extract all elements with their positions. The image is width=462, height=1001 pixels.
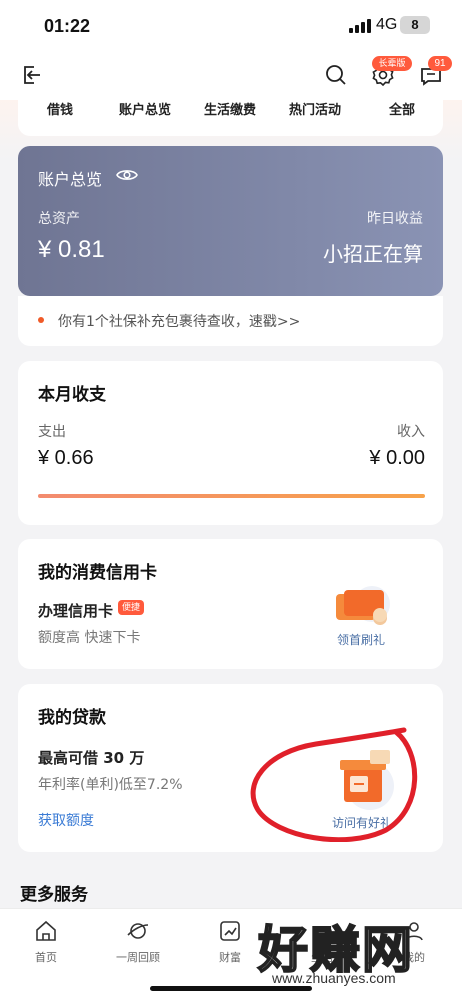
battery-icon: 8 [400, 16, 430, 34]
search-icon[interactable] [324, 63, 348, 87]
yesterday-earnings-label: 昨日收益 [367, 210, 423, 226]
tab-home-label: 首页 [35, 951, 57, 964]
home-indicator [150, 986, 312, 991]
loan-title: 我的贷款 [38, 708, 106, 728]
tab-home[interactable]: 首页 [6, 909, 86, 979]
quick-item-all[interactable]: 全部 [389, 100, 415, 122]
notice-dot [38, 317, 44, 323]
income-label: 收入 [397, 424, 425, 440]
planet-icon [127, 923, 149, 939]
account-overview-card[interactable]: 账户总览 总资产 ¥ 0.81 昨日收益 小招正在算 [18, 146, 443, 296]
tab-weekly-review-label: 一周回顾 [116, 951, 160, 964]
credit-card-section[interactable]: 我的消费信用卡 办理信用卡 便捷 额度高 快速下卡 领首刷礼 [18, 539, 443, 669]
loan-section[interactable]: 我的贷款 最高可借 30 万 年利率(单利)低至7.2% 获取额度 访问有好礼 [18, 684, 443, 852]
expense-value: ¥ 0.66 [38, 447, 94, 469]
more-services-title: 更多服务 [20, 885, 88, 905]
signal-icon [349, 19, 371, 33]
credit-card-gift-icon[interactable] [332, 584, 392, 630]
yesterday-earnings-value: 小招正在算 [323, 244, 423, 266]
credit-card-title: 我的消费信用卡 [38, 563, 157, 583]
home-icon [36, 920, 56, 941]
chart-icon [220, 921, 240, 941]
quick-item-bill-payment[interactable]: 生活缴费 [204, 100, 256, 122]
exit-icon[interactable] [20, 63, 44, 87]
interest-rate-label: 年利率(单利)低至7.2% [38, 777, 183, 793]
elder-mode-badge[interactable]: 长辈版 [372, 56, 412, 71]
eye-icon[interactable] [116, 167, 138, 183]
notice-banner[interactable]: 你有1个社保补充包裹待查收，速戳>> [18, 296, 443, 346]
expense-label: 支出 [38, 424, 66, 440]
expense-progress-bar [38, 494, 425, 498]
quick-nav: 借钱 账户总览 生活缴费 热门活动 全部 [18, 100, 443, 136]
network-label: 4G [376, 16, 398, 33]
first-swipe-gift-label[interactable]: 领首刷礼 [337, 631, 385, 648]
quick-item-account-overview[interactable]: 账户总览 [119, 100, 171, 122]
quick-item-borrow[interactable]: 借钱 [47, 100, 73, 122]
total-assets-value: ¥ 0.81 [38, 236, 105, 263]
top-nav: 长辈版 91 [0, 52, 462, 100]
max-borrow-label: 最高可借 30 万 [38, 749, 145, 767]
tab-weekly-review[interactable]: 一周回顾 [98, 909, 178, 979]
convenient-tag: 便捷 [118, 600, 144, 615]
get-credit-limit-link[interactable]: 获取额度 [38, 810, 94, 830]
quick-item-hot-events[interactable]: 热门活动 [289, 100, 341, 122]
status-time: 01:22 [44, 16, 91, 36]
hand-drawn-circle-mark [250, 727, 418, 842]
monthly-title: 本月收支 [38, 385, 106, 405]
message-count-badge: 91 [428, 56, 452, 71]
notice-text: 你有1个社保补充包裹待查收，速戳>> [58, 314, 301, 330]
status-bar: 01:22 4G 8 [0, 0, 462, 52]
watermark-url: www.zhuanyes.com [272, 970, 396, 986]
monthly-summary-card[interactable]: 本月收支 支出 ¥ 0.66 收入 ¥ 0.00 [18, 361, 443, 525]
income-value: ¥ 0.00 [369, 447, 425, 469]
total-assets-label: 总资产 [38, 210, 80, 226]
credit-card-desc: 额度高 快速下卡 [38, 630, 141, 646]
account-title: 账户总览 [38, 172, 103, 189]
apply-credit-card-link[interactable]: 办理信用卡 [38, 600, 113, 621]
